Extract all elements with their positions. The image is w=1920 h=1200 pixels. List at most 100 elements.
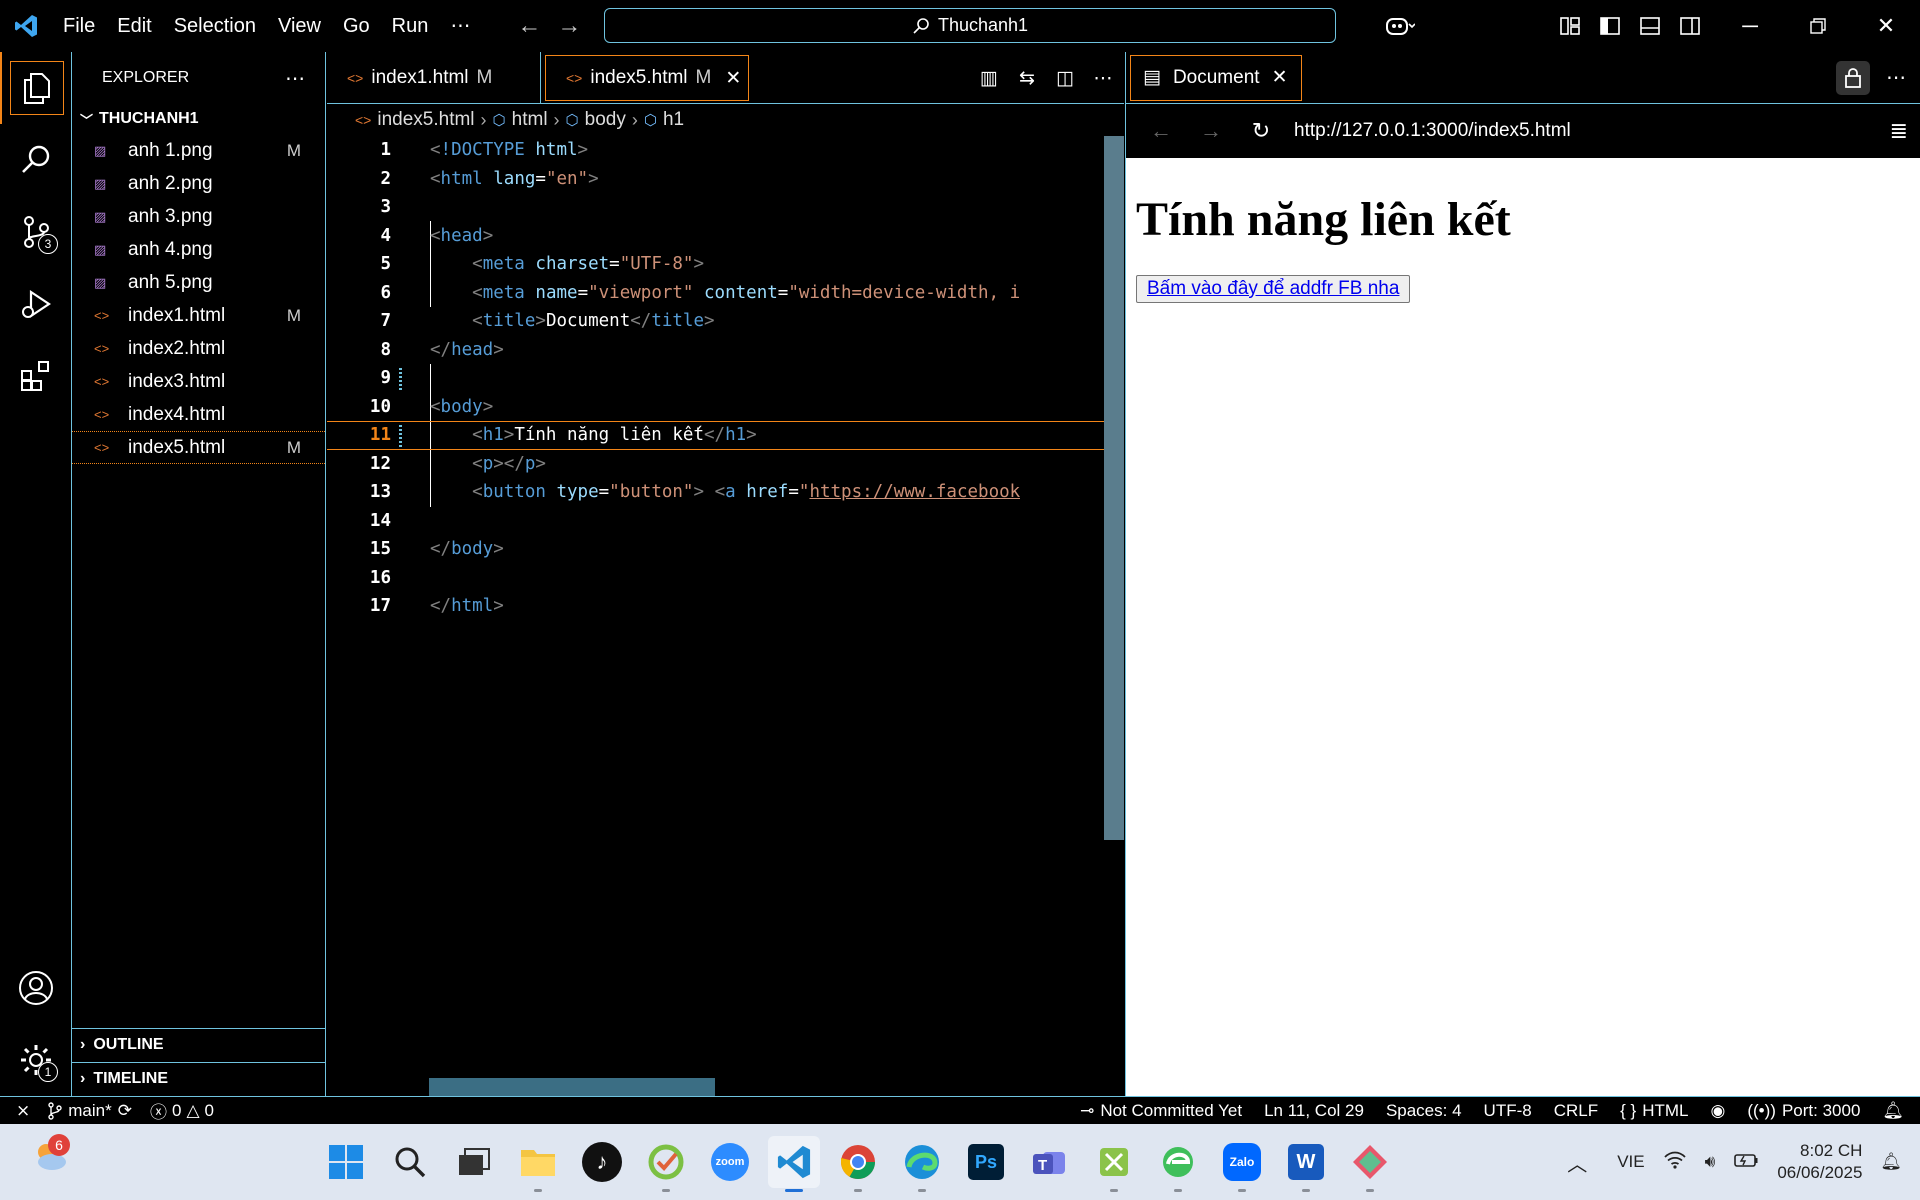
sync-icon[interactable]: ⟳ — [118, 1101, 132, 1121]
back-arrow-icon[interactable]: ← — [509, 12, 549, 40]
split-editor-icon[interactable]: ◫ — [1052, 67, 1078, 90]
chevron-up-icon[interactable]: ︿ — [1567, 1148, 1587, 1177]
toggle-primary-sidebar-icon[interactable] — [1590, 0, 1630, 52]
facebook-button[interactable]: Bấm vào đây để addfr FB nha — [1136, 275, 1411, 303]
coccoc-browser-app[interactable] — [1152, 1136, 1204, 1192]
remote-icon[interactable]: ⨯ — [16, 1101, 30, 1121]
file-item[interactable]: ▨ anh 5.png — [72, 266, 325, 299]
copilot-status-icon[interactable]: ◉ — [1711, 1101, 1726, 1121]
zalo-app[interactable]: Zalo — [1216, 1136, 1268, 1192]
zoom-app[interactable]: zoom — [704, 1136, 756, 1188]
compare-changes-icon[interactable]: ⇆ — [1014, 67, 1040, 90]
menu-selection[interactable]: Selection — [163, 0, 267, 52]
edge-app[interactable] — [896, 1136, 948, 1192]
file-item[interactable]: ▨ anh 1.png M — [72, 134, 325, 167]
menu-file[interactable]: File — [52, 0, 106, 52]
branch-indicator[interactable]: main* ⟳ — [48, 1101, 132, 1121]
search-activity[interactable] — [0, 124, 72, 196]
menu-more[interactable]: ⋯ — [439, 0, 481, 52]
editor-more-icon[interactable]: ⋯ — [1090, 67, 1116, 90]
source-control-activity[interactable]: 3 — [0, 196, 72, 268]
run-debug-activity[interactable] — [0, 268, 72, 340]
snipping-tool-app[interactable] — [1088, 1136, 1140, 1192]
wifi-icon[interactable] — [1663, 1150, 1687, 1175]
start-button[interactable] — [320, 1136, 372, 1188]
cursor-position[interactable]: Ln 11, Col 29 — [1264, 1101, 1364, 1121]
toggle-secondary-sidebar-icon[interactable] — [1670, 0, 1710, 52]
search-button[interactable] — [384, 1136, 436, 1188]
battery-icon[interactable] — [1733, 1151, 1759, 1174]
outline-section[interactable]: › OUTLINE — [72, 1028, 326, 1061]
end-of-line[interactable]: CRLF — [1554, 1101, 1598, 1121]
file-item[interactable]: ▨ anh 3.png — [72, 200, 325, 233]
problems-indicator[interactable]: ⓧ 0 △ 0 — [150, 1098, 214, 1123]
command-center-search[interactable]: Thuchanh1 — [604, 8, 1336, 43]
teams-app[interactable]: T — [1024, 1136, 1076, 1188]
tab-document[interactable]: ▤ Document ✕ — [1130, 54, 1302, 101]
menu-run[interactable]: Run — [381, 0, 440, 52]
app-store-app[interactable] — [1344, 1136, 1396, 1192]
timeline-section[interactable]: › TIMELINE — [72, 1062, 326, 1095]
explorer-more-icon[interactable]: ⋯ — [285, 66, 305, 91]
word-app[interactable]: W — [1280, 1136, 1332, 1192]
explorer-activity[interactable] — [0, 52, 72, 124]
chrome-app[interactable] — [832, 1136, 884, 1192]
hamburger-menu-icon[interactable]: ≣ — [1890, 118, 1908, 144]
code-editor[interactable]: 1 <!DOCTYPE html> 2 <html lang="en"> 3 4 <h… — [327, 136, 1124, 1096]
manage-activity[interactable]: 1 — [0, 1024, 72, 1096]
breadcrumb-h1[interactable]: h1 — [663, 109, 684, 131]
facebook-link[interactable]: Bấm vào đây để addfr FB nha — [1147, 278, 1399, 299]
photoshop-app[interactable]: Ps — [960, 1136, 1012, 1188]
breadcrumb-body[interactable]: body — [585, 109, 626, 131]
menu-go[interactable]: Go — [332, 0, 381, 52]
file-explorer-app[interactable] — [512, 1136, 564, 1192]
file-item-selected[interactable]: <> index5.html M — [72, 431, 325, 464]
volume-icon[interactable]: 🔊︎ — [1705, 1152, 1716, 1172]
breadcrumb-html[interactable]: html — [512, 109, 548, 131]
toggle-panel-icon[interactable] — [1630, 0, 1670, 52]
clock[interactable]: 8:02 CH 06/06/2025 — [1777, 1140, 1862, 1184]
open-preview-icon[interactable]: ▥ — [976, 67, 1002, 90]
minimize-icon[interactable]: ─ — [1716, 0, 1784, 52]
horizontal-scrollbar[interactable] — [429, 1078, 715, 1096]
close-window-icon[interactable]: ✕ — [1852, 0, 1920, 52]
back-arrow-icon[interactable]: ← — [1136, 118, 1186, 144]
restore-icon[interactable] — [1784, 0, 1852, 52]
menu-view[interactable]: View — [267, 0, 332, 52]
extensions-activity[interactable] — [0, 340, 72, 412]
file-item[interactable]: <> index2.html — [72, 332, 325, 365]
workspace-folder[interactable]: ﹀ THUCHANH1 — [72, 104, 325, 134]
capcut-app[interactable] — [640, 1136, 692, 1192]
indentation[interactable]: Spaces: 4 — [1386, 1101, 1462, 1121]
language-mode[interactable]: { } HTML — [1620, 1101, 1688, 1121]
input-language[interactable]: VIE — [1617, 1152, 1644, 1172]
commit-status[interactable]: ⊸ Not Committed Yet — [1080, 1101, 1242, 1121]
tab-index1[interactable]: <> index1.html M — [327, 52, 541, 104]
live-server-port[interactable]: ((•)) Port: 3000 — [1747, 1101, 1860, 1121]
refresh-icon[interactable]: ↻ — [1236, 118, 1286, 144]
file-item[interactable]: ▨ anh 4.png — [72, 233, 325, 266]
preview-more-icon[interactable]: ⋯ — [1886, 52, 1906, 104]
encoding[interactable]: UTF-8 — [1484, 1101, 1532, 1121]
vscode-app[interactable] — [768, 1136, 820, 1192]
forward-arrow-icon[interactable]: → — [549, 12, 589, 40]
file-item[interactable]: ▨ anh 2.png — [72, 167, 325, 200]
forward-arrow-icon[interactable]: → — [1186, 118, 1236, 144]
task-view-button[interactable] — [448, 1136, 500, 1188]
menu-edit[interactable]: Edit — [106, 0, 162, 52]
vertical-scrollbar[interactable] — [1104, 136, 1124, 840]
notifications-bell-icon[interactable]: 🔔︎ — [1882, 1101, 1904, 1121]
accounts-activity[interactable] — [0, 952, 72, 1024]
customize-layout-icon[interactable] — [1550, 0, 1590, 52]
notification-center-icon[interactable]: 🔔︎ — [1880, 1152, 1902, 1172]
url-bar[interactable]: http://127.0.0.1:3000/index5.html — [1294, 120, 1571, 142]
file-item[interactable]: <> index1.html M — [72, 299, 325, 332]
lock-group-icon[interactable] — [1836, 61, 1870, 95]
tiktok-app[interactable]: ♪ — [582, 1142, 622, 1182]
close-tab-icon[interactable]: ✕ — [725, 67, 741, 90]
tab-index5[interactable]: <> index5.html M ✕ — [545, 55, 749, 101]
file-item[interactable]: <> index3.html — [72, 365, 325, 398]
copilot-icon[interactable] — [1370, 0, 1430, 52]
breadcrumb-file[interactable]: index5.html — [377, 109, 474, 131]
file-item[interactable]: <> index4.html — [72, 398, 325, 431]
